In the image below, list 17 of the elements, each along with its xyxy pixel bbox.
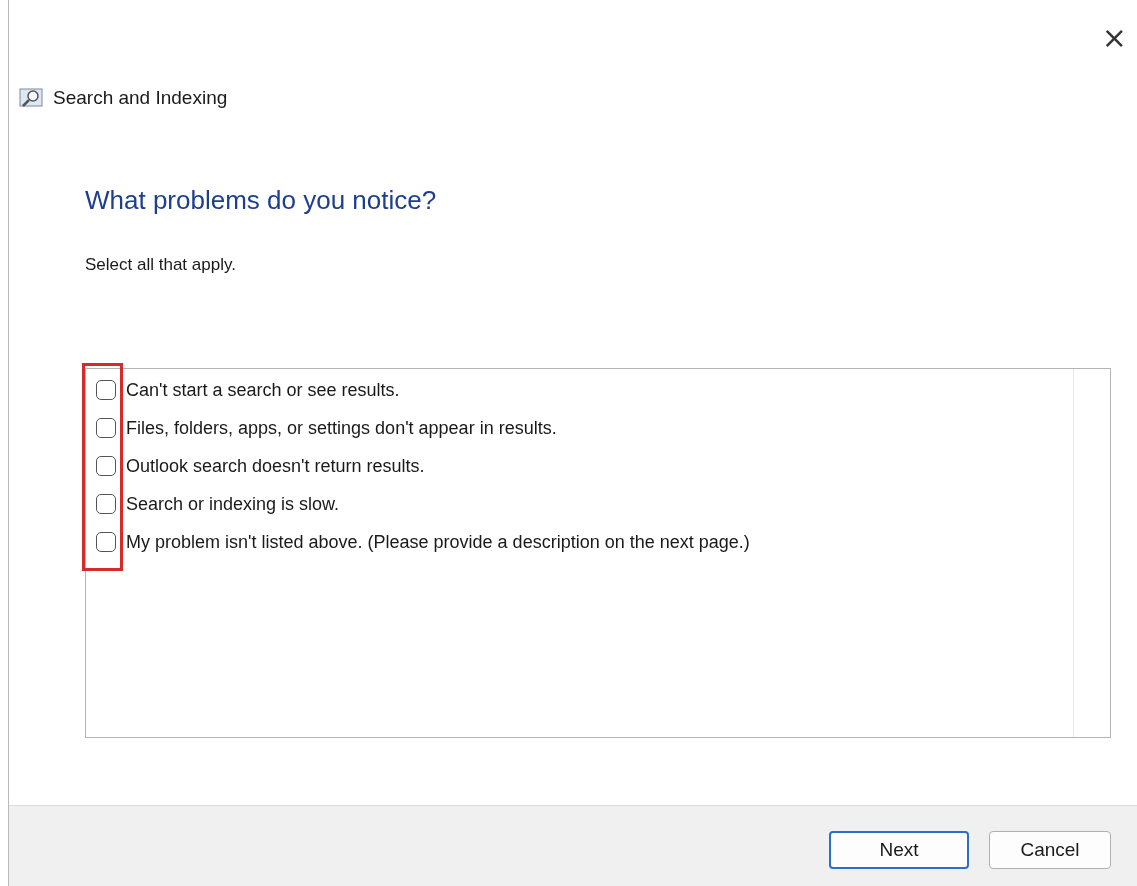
instruction-text: Select all that apply. [85,254,237,276]
checkbox[interactable] [96,494,116,514]
checkbox[interactable] [96,380,116,400]
checkbox[interactable] [96,532,116,552]
option-label[interactable]: Can't start a search or see results. [126,379,400,401]
checkbox[interactable] [96,456,116,476]
option-label[interactable]: Search or indexing is slow. [126,493,340,515]
dialog-button[interactable]: Next [829,831,969,869]
window-title: Search and Indexing [53,87,228,109]
dialog-button[interactable]: Cancel [989,831,1111,869]
close-button[interactable]: × [1097,22,1131,54]
option-label[interactable]: Files, folders, apps, or settings don't appear in results. [126,417,557,439]
option-label[interactable]: Outlook search doesn't return results. [126,455,425,477]
magnifier-window-icon [19,87,45,109]
option-label[interactable]: My problem isn't listed above. (Please provide a description on the next page.) [126,531,750,553]
wizard-heading: What problems do you notice? [85,184,438,216]
checkbox[interactable] [96,418,116,438]
